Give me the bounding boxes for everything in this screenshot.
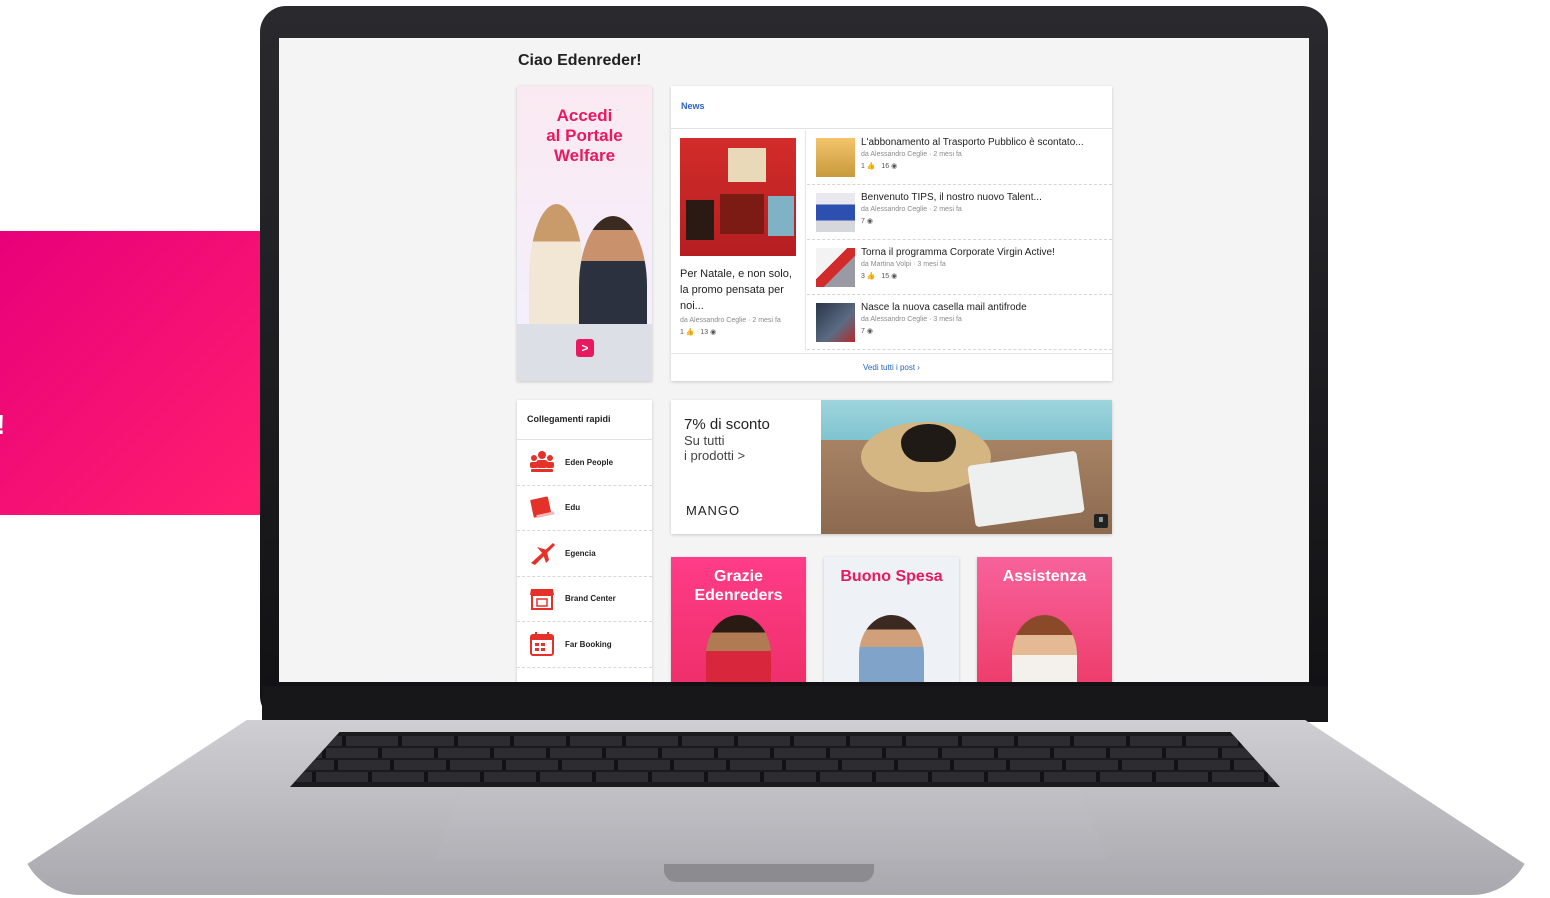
news-item-meta: da Alessandro Ceglie · 2 mesi fa (861, 206, 962, 213)
tile-title: Assistenza (1002, 568, 1087, 585)
news-item[interactable]: Nasce la nuova casella mail antifrode da… (807, 295, 1112, 350)
news-item-title[interactable]: Torna il programma Corporate Virgin Acti… (861, 247, 1103, 258)
featured-news-meta: da Alessandro Ceglie · 2 mesi fa (680, 317, 781, 324)
news-item-meta: da Alessandro Ceglie · 2 mesi fa (861, 151, 962, 158)
news-item-title[interactable]: Nasce la nuova casella mail antifrode (861, 302, 1103, 313)
person-photo (859, 615, 924, 682)
greeting-title: Ciao Edenreder! (518, 52, 642, 69)
promo-headline: 7% di sconto (684, 416, 770, 433)
news-item[interactable]: Torna il programma Corporate Virgin Acti… (807, 240, 1112, 295)
promo-carousel[interactable]: 7% di sconto Su tutti i prodotti > MANGO… (671, 400, 1112, 534)
promo-brand-logo: MANGO (686, 503, 741, 518)
news-item-title[interactable]: Benvenuto TIPS, il nostro nuovo Talent..… (861, 192, 1103, 203)
tile-buono-spesa[interactable]: Buono Spesa (824, 557, 959, 682)
pause-icon[interactable]: II (1094, 514, 1108, 528)
news-item-title[interactable]: L'abbonamento al Trasporto Pubblico è sc… (861, 137, 1103, 148)
side-banner: ! (0, 231, 262, 515)
promo-text-block: 7% di sconto Su tutti i prodotti > MANGO (671, 400, 821, 534)
news-item-stats: 1 👍 16 ◉ (861, 163, 898, 170)
news-item-stats: 7 ◉ (861, 218, 873, 225)
store-icon (529, 586, 555, 612)
eye-icon: ◉ (889, 273, 898, 280)
news-list: L'abbonamento al Trasporto Pubblico è sc… (807, 130, 1112, 350)
side-banner-text: ! (0, 409, 5, 441)
news-item-meta: da Martina Volpi · 3 mesi fa (861, 261, 946, 268)
tile-title: Grazie Edenreders (694, 568, 783, 604)
featured-news-title[interactable]: Per Natale, e non solo, la promo pensata… (680, 266, 796, 314)
thumbs-up-icon: 👍 (683, 329, 697, 336)
quick-link-edu[interactable]: Edu (517, 486, 652, 531)
quick-link-label: Egencia (565, 548, 596, 558)
quick-link-far-booking[interactable]: Far Booking (517, 622, 652, 668)
news-item-meta: da Alessandro Ceglie · 3 mesi fa (861, 316, 962, 323)
laptop-trackpad (435, 790, 1107, 860)
featured-news-image[interactable] (680, 138, 796, 256)
quick-link-label: Brand Center (565, 594, 616, 604)
airplane-icon (529, 540, 555, 566)
eye-icon: ◉ (708, 329, 717, 336)
quick-link-egencia[interactable]: Egencia (517, 531, 652, 577)
thumbs-up-icon: 👍 (864, 273, 878, 280)
thumbs-up-icon: 👍 (864, 163, 878, 170)
people-icon (529, 449, 555, 475)
quick-link-label: Edu (565, 503, 581, 513)
promo-subtitle: Su tutti i prodotti > (684, 433, 746, 463)
eye-icon: ◉ (889, 163, 898, 170)
tile-title: Buono Spesa (840, 568, 943, 585)
featured-news-stats: 1 👍 13 ◉ (680, 329, 717, 336)
news-thumbnail (816, 193, 855, 232)
hat-band (901, 424, 956, 462)
calendar-icon (529, 631, 555, 657)
quick-link-brand-center[interactable]: Brand Center (517, 577, 652, 622)
welfare-banner-title: Accedi al Portale Welfare (546, 106, 623, 165)
laptop-keyboard (290, 732, 1280, 787)
tile-grazie-edenreders[interactable]: Grazie Edenreders (671, 557, 806, 682)
person-photo (1012, 615, 1077, 682)
laptop-notch (664, 864, 874, 882)
welfare-arrow-button[interactable]: > (576, 339, 594, 357)
eye-icon: ◉ (864, 328, 873, 335)
news-header: News (671, 86, 1112, 129)
promo-image[interactable]: II (821, 400, 1112, 534)
news-item[interactable]: L'abbonamento al Trasporto Pubblico è sc… (807, 130, 1112, 185)
quick-link-label: Far Booking (565, 639, 612, 649)
view-all-posts-link[interactable]: Vedi tutti i post › (671, 353, 1112, 381)
tile-assistenza[interactable]: Assistenza (977, 557, 1112, 682)
news-thumbnail (816, 248, 855, 287)
news-panel: News Per Natale, e non solo, la promo pe… (671, 86, 1112, 381)
quick-links-header: Collegamenti rapidi (517, 400, 652, 440)
laptop-hinge (262, 686, 1328, 722)
quick-link-eden-people[interactable]: Eden People (517, 440, 652, 486)
laptop-screen: Ciao Edenreder! Accedi al Portale Welfar… (279, 38, 1309, 682)
welfare-portal-banner[interactable]: Accedi al Portale Welfare > (517, 86, 652, 381)
eye-icon: ◉ (864, 218, 873, 225)
news-item[interactable]: Benvenuto TIPS, il nostro nuovo Talent..… (807, 185, 1112, 240)
news-thumbnail (816, 303, 855, 342)
news-item-stats: 3 👍 15 ◉ (861, 273, 898, 280)
quick-links-panel: Collegamenti rapidi Eden People Edu Egen… (517, 400, 652, 682)
quick-link-label: Eden People (565, 457, 614, 467)
news-thumbnail (816, 138, 855, 177)
book-icon (529, 495, 555, 521)
person-photo (706, 615, 771, 682)
news-item-stats: 7 ◉ (861, 328, 873, 335)
featured-news[interactable]: Per Natale, e non solo, la promo pensata… (671, 130, 806, 350)
